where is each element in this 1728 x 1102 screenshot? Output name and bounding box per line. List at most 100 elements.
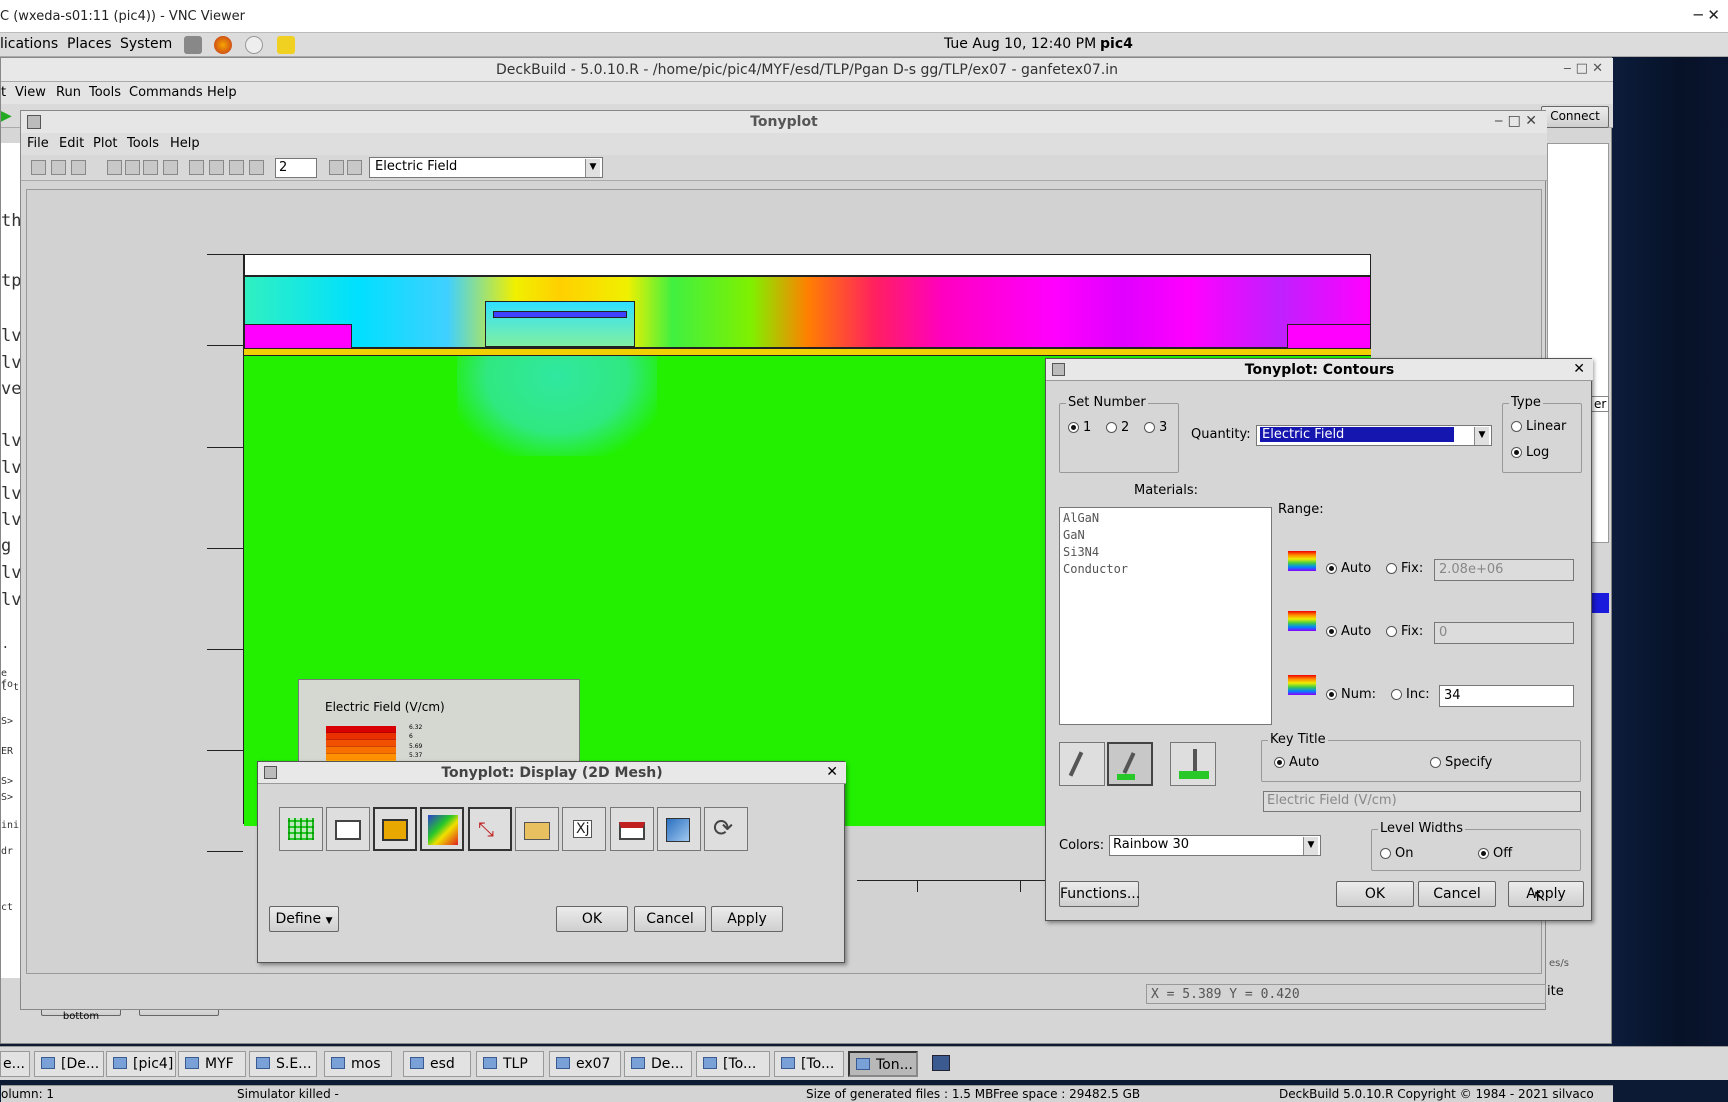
prev-frame-icon[interactable]	[329, 160, 344, 175]
system-menu[interactable]: System	[120, 36, 172, 52]
num-radio[interactable]: Num:	[1326, 687, 1376, 702]
menu-file[interactable]: File	[27, 136, 49, 151]
task-button[interactable]: De...	[624, 1051, 692, 1077]
electrodes-button[interactable]	[610, 807, 654, 851]
key-auto-radio[interactable]: Auto	[1274, 755, 1319, 770]
tonyplot-window-controls[interactable]: ‒ □ ✕	[1494, 113, 1537, 129]
material-item[interactable]: GaN	[1063, 527, 1268, 544]
task-button[interactable]: TLP	[476, 1051, 544, 1077]
window-menu-icon[interactable]	[1052, 363, 1065, 376]
close-icon[interactable]: ✕	[1573, 361, 1585, 377]
zoom-out-icon[interactable]	[229, 160, 244, 175]
key-specify-radio[interactable]: Specify	[1430, 755, 1492, 770]
clock[interactable]: Tue Aug 10, 12:40 PM	[944, 36, 1096, 52]
window-menu-icon[interactable]	[27, 115, 41, 129]
task-button[interactable]: S.E...	[249, 1051, 317, 1077]
regions-button[interactable]	[373, 807, 417, 851]
network-icon[interactable]	[245, 36, 263, 54]
min-fix-radio[interactable]: Fix:	[1386, 624, 1423, 639]
task-button[interactable]: [De...	[34, 1051, 104, 1077]
type-linear-radio[interactable]: Linear	[1511, 419, 1566, 434]
firefox-icon[interactable]	[214, 36, 232, 54]
fill-style-button[interactable]	[1107, 742, 1153, 786]
notes-icon[interactable]	[277, 36, 295, 54]
task-button[interactable]: e...	[0, 1051, 30, 1077]
menu-run[interactable]: Run	[56, 85, 81, 100]
save-icon[interactable]	[51, 160, 66, 175]
paste-icon[interactable]	[143, 160, 158, 175]
menu-view[interactable]: View	[15, 85, 46, 100]
junctions-button[interactable]: Xj	[562, 807, 606, 851]
set-radio-1[interactable]: 1	[1068, 420, 1091, 435]
cut-icon[interactable]	[107, 160, 122, 175]
pan-icon[interactable]	[189, 160, 204, 175]
level-widths-on-radio[interactable]: On	[1380, 846, 1413, 861]
rotate-button[interactable]: ⟳	[704, 807, 748, 851]
overlay-icon[interactable]	[71, 160, 86, 175]
num-value-field[interactable]: 34	[1439, 685, 1574, 707]
key-title-field[interactable]: Electric Field (V/cm)	[1263, 791, 1581, 812]
vnc-window-controls[interactable]: ─ ✕	[1694, 6, 1720, 24]
line-style-button[interactable]	[1059, 742, 1105, 786]
menu-tools[interactable]: Tools	[89, 85, 121, 100]
applications-menu[interactable]: lications	[0, 36, 58, 52]
connect-button[interactable]: Connect	[1541, 106, 1609, 128]
task-button-active[interactable]: Ton...	[848, 1051, 918, 1077]
cancel-button[interactable]: Cancel	[1418, 881, 1496, 907]
lights-button[interactable]	[515, 807, 559, 851]
task-button[interactable]: ex07	[549, 1051, 621, 1077]
edges-button[interactable]	[326, 807, 370, 851]
3d-button[interactable]	[657, 807, 701, 851]
quantity-select[interactable]: Electric Field ▼	[369, 157, 603, 178]
run-icon[interactable]: ▶	[1, 108, 12, 124]
level-widths-off-radio[interactable]: Off	[1478, 846, 1512, 861]
menu-tools[interactable]: Tools	[127, 136, 159, 151]
max-value-field[interactable]: 2.08e+06	[1434, 559, 1574, 581]
min-value-field[interactable]: 0	[1434, 622, 1574, 644]
apply-button[interactable]: Apply	[711, 906, 783, 932]
vectors-button[interactable]: ⤡	[468, 807, 512, 851]
max-fix-radio[interactable]: Fix:	[1386, 561, 1423, 576]
task-button[interactable]: mos	[324, 1051, 392, 1077]
next-frame-icon[interactable]	[347, 160, 362, 175]
set-radio-2[interactable]: 2	[1106, 420, 1129, 435]
terminal-launcher-icon[interactable]	[184, 36, 202, 54]
material-item[interactable]: Conductor	[1063, 561, 1268, 578]
ok-button[interactable]: OK	[556, 906, 628, 932]
places-menu[interactable]: Places	[67, 36, 112, 52]
contours-button[interactable]	[420, 807, 464, 851]
ok-button[interactable]: OK	[1336, 881, 1414, 907]
task-button[interactable]: esd	[403, 1051, 471, 1077]
print-icon[interactable]	[31, 160, 46, 175]
cancel-button[interactable]: Cancel	[634, 906, 706, 932]
material-item[interactable]: AlGaN	[1063, 510, 1268, 527]
colors-dropdown[interactable]: Rainbow 30 ▼	[1109, 835, 1321, 856]
menu-plot[interactable]: Plot	[93, 136, 118, 151]
menu-commands[interactable]: Commands	[129, 85, 203, 100]
task-button[interactable]: [To...	[696, 1051, 770, 1077]
workspace-icon[interactable]	[932, 1055, 950, 1071]
quantity-dropdown[interactable]: Electric Field ▼	[1256, 425, 1492, 446]
mesh-button[interactable]	[279, 807, 323, 851]
type-log-radio[interactable]: Log	[1511, 445, 1549, 460]
menu-edit[interactable]: Edit	[59, 136, 84, 151]
zoom-box-icon[interactable]	[249, 160, 264, 175]
material-item[interactable]: Si3N4	[1063, 544, 1268, 561]
zoom-in-icon[interactable]	[209, 160, 224, 175]
copy-icon[interactable]	[125, 160, 140, 175]
min-auto-radio[interactable]: Auto	[1326, 624, 1371, 639]
set-radio-3[interactable]: 3	[1144, 420, 1167, 435]
menu-help[interactable]: Help	[170, 136, 200, 151]
define-menu-button[interactable]: Define ▼	[269, 906, 339, 932]
max-auto-radio[interactable]: Auto	[1326, 561, 1371, 576]
menu-help[interactable]: Help	[207, 85, 237, 100]
task-button[interactable]: [pic4]	[106, 1051, 176, 1077]
menu-edit-frag[interactable]: t	[1, 85, 6, 100]
close-icon[interactable]: ✕	[826, 764, 838, 780]
task-button[interactable]: [To...	[774, 1051, 844, 1077]
both-style-button[interactable]	[1170, 742, 1216, 786]
inc-radio[interactable]: Inc:	[1391, 687, 1430, 702]
delete-icon[interactable]	[163, 160, 178, 175]
window-menu-icon[interactable]	[264, 766, 277, 779]
functions-button[interactable]: Functions...	[1059, 881, 1140, 907]
